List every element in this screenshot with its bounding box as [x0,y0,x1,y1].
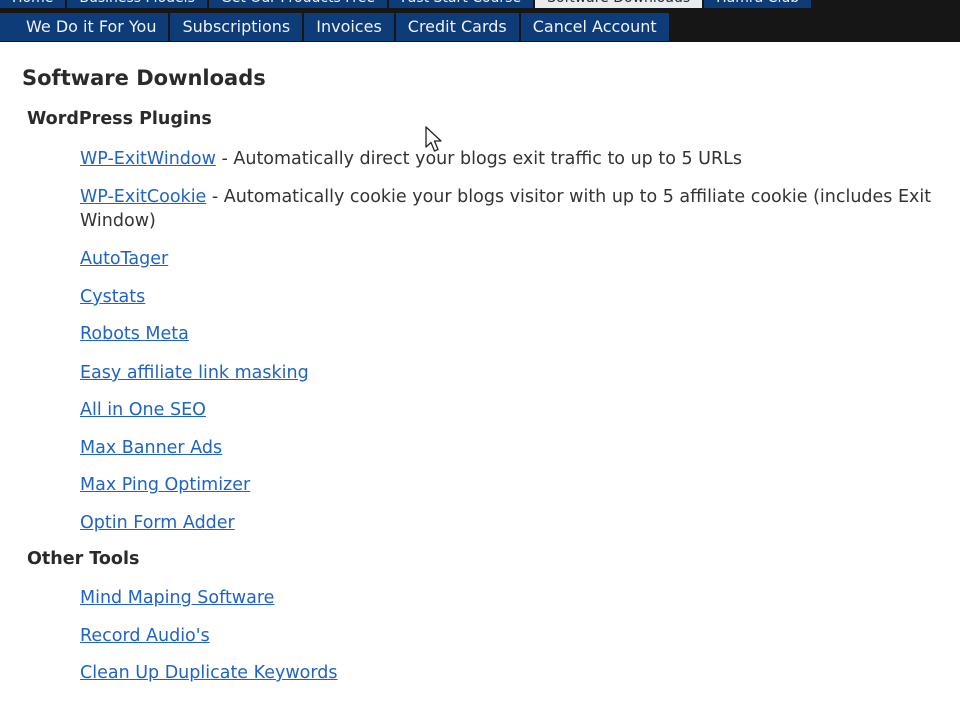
download-link-easy-affiliate-link-masking[interactable]: Easy affiliate link masking [80,363,309,383]
list-item: Record Audio's [80,624,960,648]
download-link-wp-exitcookie[interactable]: WP-ExitCookie [80,187,206,207]
list-item: Robots Meta [80,322,960,346]
download-link-autotager[interactable]: AutoTager [80,249,168,269]
list-item: Cystats [80,285,960,309]
download-link-wp-exitwindow[interactable]: WP-ExitWindow [80,149,216,169]
download-link-mind-maping-software[interactable]: Mind Maping Software [80,588,274,608]
list-item: Optin Form Adder [80,511,960,535]
nav-credit-cards[interactable]: Credit Cards [395,13,519,41]
list-item: WP-ExitWindow - Automatically direct you… [80,147,960,171]
top-navigation: Home Business Models Get Our Products Fr… [0,0,960,42]
item-description: - Automatically direct your blogs exit t… [215,149,743,169]
item-description: - Automatically cookie your blogs visito… [80,187,932,231]
nav-row-secondary: We Do it For You Subscriptions Invoices … [0,13,671,41]
mouse-pointer-icon [425,126,442,152]
nav-cancel-account[interactable]: Cancel Account [520,13,669,41]
download-link-cystats[interactable]: Cystats [80,287,145,307]
download-link-robots-meta[interactable]: Robots Meta [80,324,189,344]
nav-get-products-free[interactable]: Get Our Products Free [208,0,387,8]
nav-we-do-it-for-you[interactable]: We Do it For You [0,13,169,41]
list-item: Max Ping Optimizer [80,473,960,497]
section-title-wordpress-plugins: WordPress Plugins [27,109,212,129]
list-item: Max Banner Ads [80,436,960,460]
list-item: WP-ExitCookie - Automatically cookie you… [80,185,960,233]
list-item: All in One SEO [80,398,960,422]
download-link-max-banner-ads[interactable]: Max Banner Ads [80,438,222,458]
list-item: Clean Up Duplicate Keywords [80,661,960,685]
nav-home[interactable]: Home [0,0,66,8]
section-title-other-tools: Other Tools [27,549,140,569]
nav-subscriptions[interactable]: Subscriptions [170,13,303,41]
download-link-record-audios[interactable]: Record Audio's [80,626,210,646]
nav-hamra-club[interactable]: Hamra Club [704,0,812,8]
nav-business-models[interactable]: Business Models [67,0,207,8]
nav-row-primary: Home Business Models Get Our Products Fr… [0,0,813,8]
nav-software-downloads[interactable]: Software Downloads [535,0,703,8]
download-link-optin-form-adder[interactable]: Optin Form Adder [80,513,235,533]
list-item: Mind Maping Software [80,586,960,610]
page-title: Software Downloads [22,66,266,90]
nav-invoices[interactable]: Invoices [304,13,394,41]
nav-fast-start-course[interactable]: Fast Start Course [388,0,534,8]
download-link-all-in-one-seo[interactable]: All in One SEO [80,400,206,420]
download-link-clean-up-duplicate-keywords[interactable]: Clean Up Duplicate Keywords [80,663,338,683]
download-link-max-ping-optimizer[interactable]: Max Ping Optimizer [80,475,250,495]
list-item: Easy affiliate link masking [80,361,960,385]
list-item: AutoTager [80,247,960,271]
